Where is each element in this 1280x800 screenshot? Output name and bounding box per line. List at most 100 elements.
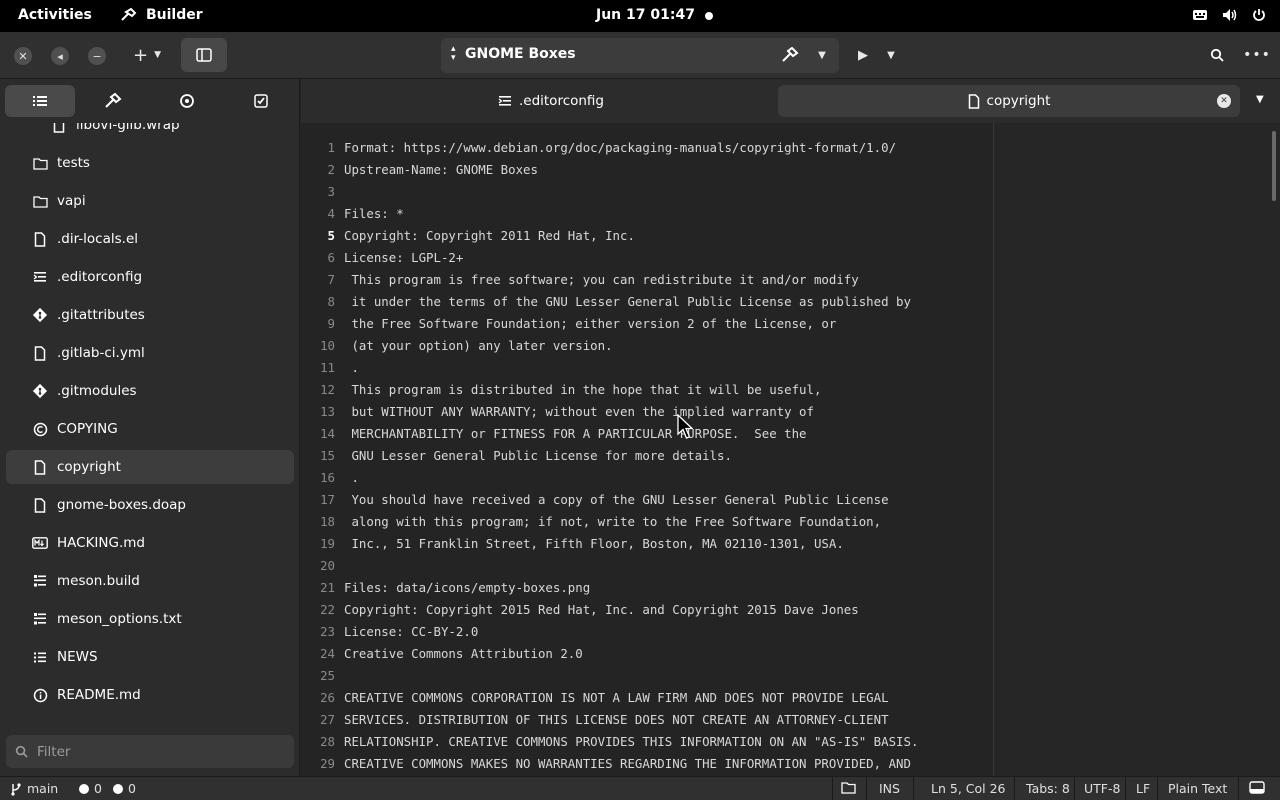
tree-item[interactable]: .gitmodules bbox=[6, 374, 294, 408]
minimize-window-button[interactable]: − bbox=[88, 47, 106, 65]
code-line[interactable]: 11 . bbox=[301, 356, 991, 378]
code-line[interactable]: 14 MERCHANTABILITY or FITNESS FOR A PART… bbox=[301, 422, 991, 444]
code-line[interactable]: 19 Inc., 51 Franklin Street, Fifth Floor… bbox=[301, 532, 991, 554]
code-line[interactable]: 1 Format: https://www.debian.org/doc/pack… bbox=[301, 136, 991, 158]
code-line[interactable]: 18 along with this program; if not, writ… bbox=[301, 510, 991, 532]
code-line[interactable]: 5 Copyright: Copyright 2011 Red Hat, Inc. bbox=[301, 224, 991, 246]
activities-button[interactable]: Activities bbox=[18, 7, 92, 23]
tree-item[interactable]: libovf-glib.wrap bbox=[6, 123, 294, 142]
code-line[interactable]: 6 License: LGPL-2+ bbox=[301, 246, 991, 268]
volume-icon[interactable] bbox=[1222, 8, 1238, 22]
code-line[interactable]: 10 (at your option) any later version. bbox=[301, 334, 991, 356]
tree-item[interactable]: HACKING.md bbox=[6, 526, 294, 560]
code-line[interactable]: 2 Upstream-Name: GNOME Boxes bbox=[301, 158, 991, 180]
code-line[interactable]: 7 This program is free software; you can… bbox=[301, 268, 991, 290]
project-omnibar[interactable]: ▴ ▾ GNOME Boxes bbox=[441, 38, 839, 73]
tree-item[interactable]: .editorconfig bbox=[6, 260, 294, 294]
code-line[interactable]: 22 Copyright: Copyright 2015 Red Hat, Inc… bbox=[301, 598, 991, 620]
encoding[interactable]: UTF-8 bbox=[1084, 781, 1120, 796]
tree-item-label: meson.build bbox=[57, 573, 140, 589]
code-line[interactable]: 26 CREATIVE COMMONS CORPORATION IS NOT A … bbox=[301, 686, 991, 708]
line-text: Files: * bbox=[344, 205, 404, 221]
code-line[interactable]: 16 . bbox=[301, 466, 991, 488]
code-line[interactable]: 17 You should have received a copy of th… bbox=[301, 488, 991, 510]
system-tray[interactable] bbox=[1192, 8, 1266, 22]
app-menu[interactable]: Builder bbox=[120, 7, 203, 23]
tab-copyright[interactable]: copyright ✕ bbox=[778, 85, 1240, 117]
filter-input[interactable]: Filter bbox=[6, 735, 294, 768]
line-ending[interactable]: LF bbox=[1136, 781, 1150, 796]
build-hammer-icon[interactable] bbox=[781, 47, 799, 63]
keyboard-icon[interactable] bbox=[1192, 8, 1208, 22]
sidebar-tabs bbox=[0, 79, 300, 123]
line-text: . bbox=[344, 359, 359, 375]
tab-width[interactable]: Tabs: 8 bbox=[1026, 781, 1070, 796]
code-line[interactable]: 28 RELATIONSHIP. CREATIVE COMMONS PROVIDE… bbox=[301, 730, 991, 752]
tree-item[interactable]: tests bbox=[6, 146, 294, 180]
language[interactable]: Plain Text bbox=[1168, 781, 1227, 796]
tab-project-tree[interactable] bbox=[5, 85, 75, 117]
code-line[interactable]: 12 This program is distributed in the ho… bbox=[301, 378, 991, 400]
tree-item[interactable]: gnome-boxes.doap bbox=[6, 488, 294, 522]
clock[interactable]: Jun 17 01:47 bbox=[596, 7, 695, 23]
tab-editorconfig[interactable]: .editorconfig bbox=[451, 85, 651, 117]
run-menu-chevron-icon[interactable]: ▼ bbox=[882, 46, 900, 64]
debug-icon bbox=[180, 94, 194, 108]
sidebar-icon bbox=[196, 48, 212, 62]
code-line[interactable]: 20 bbox=[301, 554, 991, 576]
code-line[interactable]: 3 bbox=[301, 180, 991, 202]
code-line[interactable]: 24 Creative Commons Attribution 2.0 bbox=[301, 642, 991, 664]
open-folder-button[interactable] bbox=[841, 781, 856, 794]
new-document-menu-button[interactable]: + ▼ bbox=[127, 45, 167, 66]
restore-window-button[interactable]: ◂ bbox=[51, 47, 69, 65]
status-bar: main 0 0 INS Ln 5, Col 26 Tabs: 8 UTF-8 … bbox=[0, 776, 1280, 800]
code-line[interactable]: 4 Files: * bbox=[301, 202, 991, 224]
scrollbar[interactable] bbox=[1272, 131, 1276, 201]
main-menu-button[interactable]: ••• bbox=[1243, 46, 1270, 64]
close-window-button[interactable]: ✕ bbox=[14, 47, 32, 65]
cursor-position[interactable]: Ln 5, Col 26 bbox=[931, 781, 1006, 796]
code-line[interactable]: 27 SERVICES. DISTRIBUTION OF THIS LICENSE… bbox=[301, 708, 991, 730]
bottom-panel-icon bbox=[1249, 781, 1265, 794]
line-number: 15 bbox=[320, 447, 335, 463]
panel-toggle-button[interactable] bbox=[1249, 781, 1265, 794]
sidebar-toggle-button[interactable] bbox=[181, 38, 227, 72]
tabs-menu-chevron-icon[interactable]: ▼ bbox=[1256, 94, 1264, 105]
tab-debugger[interactable] bbox=[152, 85, 222, 117]
run-play-icon[interactable]: ▶ bbox=[854, 46, 872, 64]
tree-item[interactable]: meson.build bbox=[6, 564, 294, 598]
close-tab-button[interactable]: ✕ bbox=[1217, 94, 1231, 108]
insert-mode[interactable]: INS bbox=[879, 781, 900, 796]
tree-item[interactable]: README.md bbox=[6, 678, 294, 712]
tab-build[interactable] bbox=[78, 85, 148, 117]
warning-icon bbox=[112, 783, 123, 794]
tree-item[interactable]: .dir-locals.el bbox=[6, 222, 294, 256]
build-menu-chevron-icon[interactable]: ▼ bbox=[813, 46, 831, 64]
tree-item[interactable]: vapi bbox=[6, 184, 294, 218]
code-line[interactable]: 23 License: CC-BY-2.0 bbox=[301, 620, 991, 642]
power-icon[interactable] bbox=[1252, 8, 1266, 22]
tree-item[interactable]: copyright bbox=[6, 450, 294, 484]
code-line[interactable]: 21 Files: data/icons/empty-boxes.png bbox=[301, 576, 991, 598]
code-line[interactable]: 15 GNU Lesser General Public License for… bbox=[301, 444, 991, 466]
tree-item[interactable]: meson_options.txt bbox=[6, 602, 294, 636]
restore-icon: ◂ bbox=[57, 49, 63, 63]
tab-todo[interactable] bbox=[226, 85, 296, 117]
code-line[interactable]: 13 but WITHOUT ANY WARRANTY; without eve… bbox=[301, 400, 991, 422]
tree-item[interactable]: NEWS bbox=[6, 640, 294, 674]
minimap[interactable] bbox=[994, 123, 1280, 776]
tree-item[interactable]: COPYING bbox=[6, 412, 294, 446]
code-line[interactable]: 25 bbox=[301, 664, 991, 686]
tree-item-label: COPYING bbox=[57, 421, 118, 437]
separator bbox=[866, 777, 867, 800]
branch-indicator[interactable]: main bbox=[10, 781, 58, 796]
code-line[interactable]: 9 the Free Software Foundation; either v… bbox=[301, 312, 991, 334]
tree-item-label: README.md bbox=[57, 687, 141, 703]
code-line[interactable]: 8 it under the terms of the GNU Lesser G… bbox=[301, 290, 991, 312]
code-line[interactable]: 29 CREATIVE COMMONS MAKES NO WARRANTIES R… bbox=[301, 752, 991, 774]
tree-item[interactable]: .gitlab-ci.yml bbox=[6, 336, 294, 370]
search-button[interactable] bbox=[1208, 46, 1226, 64]
tree-item[interactable]: .gitattributes bbox=[6, 298, 294, 332]
source-editor[interactable]: 1 Format: https://www.debian.org/doc/pack… bbox=[301, 123, 1280, 776]
diagnostics-indicator[interactable]: 0 0 bbox=[79, 781, 136, 796]
